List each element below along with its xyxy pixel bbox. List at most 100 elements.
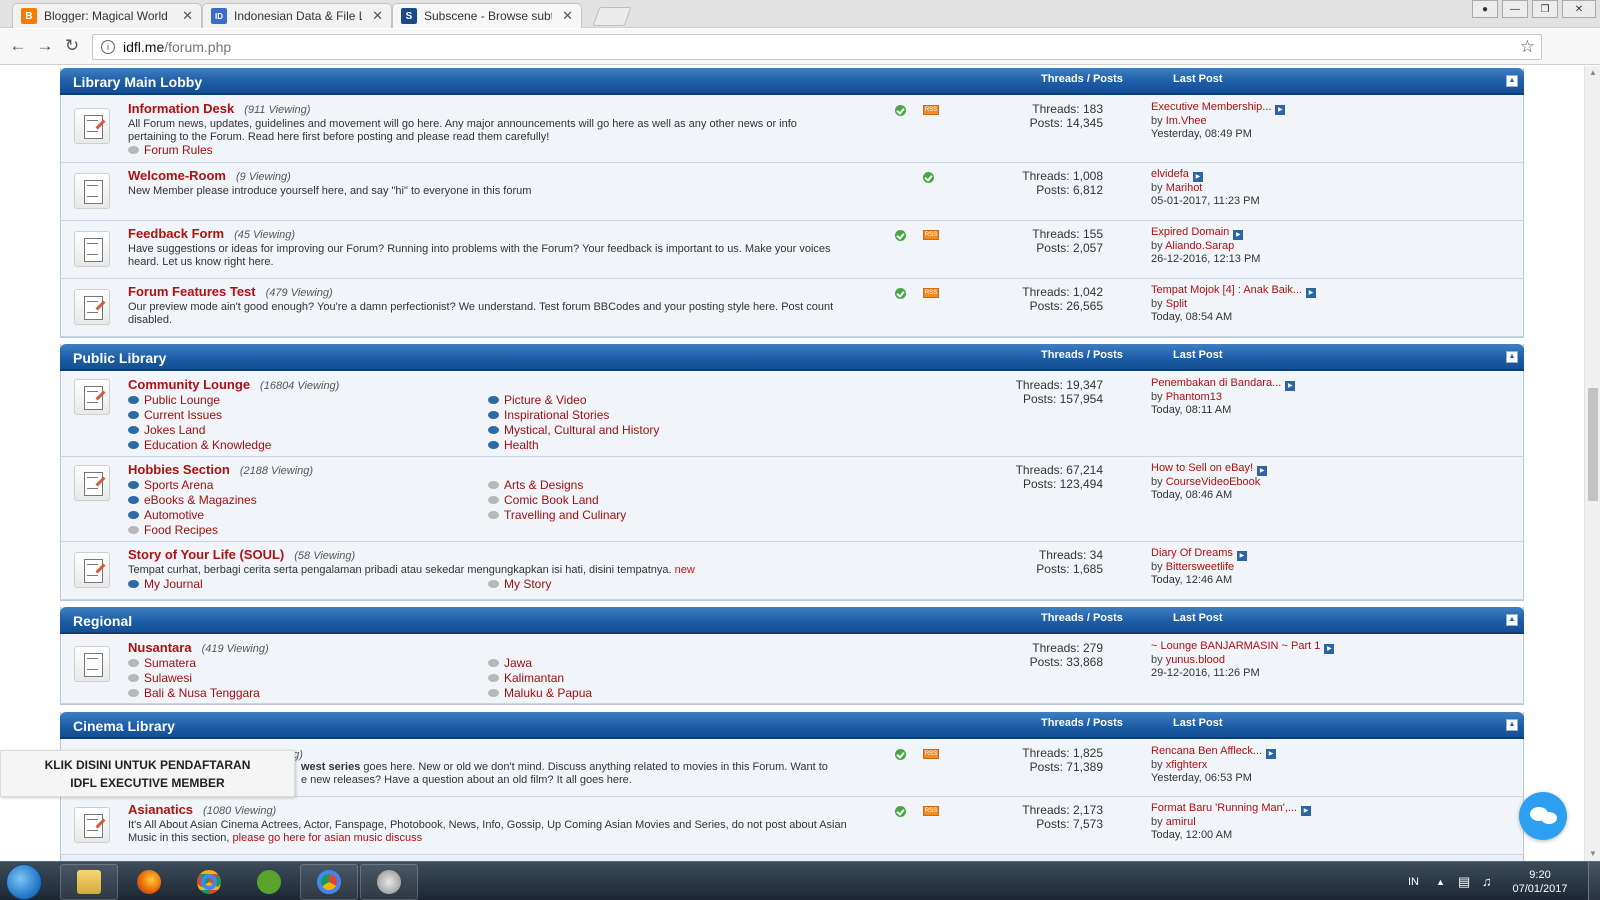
subforum-link[interactable]: Forum Rules bbox=[128, 143, 213, 157]
windows-start-icon[interactable] bbox=[6, 864, 42, 900]
forum-title-link[interactable]: Welcome-Room (9 Viewing) bbox=[128, 168, 291, 183]
reload-icon[interactable]: ↻ bbox=[62, 36, 82, 56]
last-post-title-link[interactable]: Executive Membership... bbox=[1151, 101, 1271, 113]
forum-title-link[interactable]: Community Lounge (16804 Viewing) bbox=[128, 377, 339, 392]
asian-music-link[interactable]: please go here for asian music discuss bbox=[233, 832, 423, 844]
close-tab-icon[interactable]: ✕ bbox=[182, 8, 193, 24]
forum-title-link[interactable]: Nusantara (419 Viewing) bbox=[128, 640, 269, 655]
go-to-post-icon[interactable]: ▶ bbox=[1324, 644, 1335, 654]
subforum-link[interactable]: Kalimantan bbox=[488, 671, 564, 685]
go-to-post-icon[interactable]: ▶ bbox=[1275, 105, 1286, 115]
last-post-title-link[interactable]: elvidefa bbox=[1151, 168, 1189, 180]
minimize-button[interactable]: — bbox=[1502, 0, 1528, 18]
subforum-link[interactable]: Arts & Designs bbox=[488, 478, 583, 492]
last-post-title-link[interactable]: Format Baru 'Running Man',... bbox=[1151, 802, 1297, 814]
subforum-link[interactable]: Bali & Nusa Tenggara bbox=[128, 686, 260, 700]
rss-icon[interactable]: RSS bbox=[923, 230, 939, 240]
last-post-title-link[interactable]: Penembakan di Bandara... bbox=[1151, 377, 1281, 389]
tab-subscene[interactable]: S Subscene - Browse subtit ✕ bbox=[392, 3, 582, 28]
go-to-post-icon[interactable]: ▶ bbox=[1192, 172, 1203, 182]
taskbar-clock[interactable]: 9:20 07/01/2017 bbox=[1510, 868, 1570, 896]
last-post-title-link[interactable]: Expired Domain bbox=[1151, 226, 1229, 238]
forum-title-link[interactable]: Information Desk (911 Viewing) bbox=[128, 101, 310, 116]
collapse-icon[interactable]: ▲ bbox=[1506, 614, 1518, 626]
go-to-post-icon[interactable]: ▶ bbox=[1236, 551, 1247, 561]
taskbar-explorer[interactable] bbox=[60, 864, 118, 900]
scrollbar-thumb[interactable] bbox=[1588, 388, 1598, 501]
last-post-user-link[interactable]: Bittersweetlife bbox=[1166, 561, 1234, 573]
go-to-post-icon[interactable]: ▶ bbox=[1257, 466, 1268, 476]
last-post-user-link[interactable]: Phantom13 bbox=[1166, 391, 1222, 403]
subforum-link[interactable]: Education & Knowledge bbox=[128, 438, 271, 452]
scroll-down-arrow-icon[interactable]: ▼ bbox=[1585, 847, 1600, 861]
rss-icon[interactable]: RSS bbox=[923, 749, 939, 759]
forum-title-link[interactable]: Feedback Form (45 Viewing) bbox=[128, 226, 295, 241]
go-to-post-icon[interactable]: ▶ bbox=[1285, 381, 1296, 391]
subforum-link[interactable]: Mystical, Cultural and History bbox=[488, 423, 659, 437]
forum-title-link[interactable]: Asianatics (1080 Viewing) bbox=[128, 802, 276, 817]
language-indicator[interactable]: IN bbox=[1408, 862, 1419, 900]
last-post-title-link[interactable]: Rencana Ben Affleck... bbox=[1151, 745, 1262, 757]
category-title[interactable]: Library Main Lobby bbox=[73, 74, 202, 90]
taskbar-paint[interactable] bbox=[360, 864, 418, 900]
forum-title-link[interactable]: Story of Your Life (SOUL) (58 Viewing) bbox=[128, 547, 355, 562]
taskbar-utorrent[interactable] bbox=[240, 864, 298, 900]
category-title[interactable]: Cinema Library bbox=[73, 718, 175, 734]
subforum-link[interactable]: Picture & Video bbox=[488, 393, 587, 407]
new-tab-button[interactable] bbox=[592, 7, 632, 26]
close-tab-icon[interactable]: ✕ bbox=[562, 8, 573, 24]
back-arrow-icon[interactable]: ← bbox=[8, 36, 28, 56]
subforum-link[interactable]: Comic Book Land bbox=[488, 493, 599, 507]
scroll-up-arrow-icon[interactable]: ▲ bbox=[1585, 66, 1600, 80]
subforum-link[interactable]: Jokes Land bbox=[128, 423, 205, 437]
last-post-user-link[interactable]: Aliando.Sarap bbox=[1165, 240, 1234, 252]
forward-arrow-icon[interactable]: → bbox=[35, 36, 55, 56]
forum-title-link[interactable]: Hobbies Section (2188 Viewing) bbox=[128, 462, 313, 477]
collapse-icon[interactable]: ▲ bbox=[1506, 719, 1518, 731]
subforum-link[interactable]: Current Issues bbox=[128, 408, 222, 422]
taskbar-chrome[interactable] bbox=[180, 864, 238, 900]
site-info-icon[interactable]: i bbox=[101, 40, 115, 54]
last-post-title-link[interactable]: Diary Of Dreams bbox=[1151, 547, 1233, 559]
last-post-title-link[interactable]: Tempat Mojok [4] : Anak Baik... bbox=[1151, 284, 1302, 296]
network-icon[interactable]: ▤ bbox=[1458, 862, 1470, 900]
close-window-button[interactable]: ✕ bbox=[1562, 0, 1596, 18]
go-to-post-icon[interactable]: ▶ bbox=[1306, 288, 1317, 298]
category-title[interactable]: Public Library bbox=[73, 350, 166, 366]
rss-icon[interactable]: RSS bbox=[923, 288, 939, 298]
subforum-link[interactable]: Inspirational Stories bbox=[488, 408, 609, 422]
last-post-title-link[interactable]: How to Sell on eBay! bbox=[1151, 462, 1253, 474]
subforum-link[interactable]: My Journal bbox=[128, 577, 203, 591]
tab-blogger[interactable]: B Blogger: Magical World ✕ bbox=[12, 3, 202, 28]
subforum-link[interactable]: Maluku & Papua bbox=[488, 686, 592, 700]
last-post-user-link[interactable]: Marihot bbox=[1166, 182, 1203, 194]
taskbar-chrome-active[interactable] bbox=[300, 864, 358, 900]
last-post-user-link[interactable]: amirul bbox=[1166, 816, 1196, 828]
user-icon[interactable]: ● bbox=[1472, 0, 1498, 18]
go-to-post-icon[interactable]: ▶ bbox=[1266, 749, 1277, 759]
show-desktop-button[interactable] bbox=[1588, 862, 1600, 900]
executive-member-banner[interactable]: KLIK DISINI UNTUK PENDAFTARAN IDFL EXECU… bbox=[0, 750, 295, 797]
last-post-user-link[interactable]: Im.Vhee bbox=[1166, 115, 1207, 127]
subforum-link[interactable]: Travelling and Culinary bbox=[488, 508, 626, 522]
rss-icon[interactable]: RSS bbox=[923, 806, 939, 816]
subforum-link[interactable]: Public Lounge bbox=[128, 393, 220, 407]
restore-button[interactable]: ❐ bbox=[1532, 0, 1558, 18]
subforum-link[interactable]: My Story bbox=[488, 577, 551, 591]
rss-icon[interactable]: RSS bbox=[923, 105, 939, 115]
volume-icon[interactable]: ♫ bbox=[1482, 862, 1492, 900]
go-to-post-icon[interactable]: ▶ bbox=[1233, 230, 1244, 240]
last-post-user-link[interactable]: yunus.blood bbox=[1166, 654, 1225, 666]
collapse-icon[interactable]: ▲ bbox=[1506, 75, 1518, 87]
subforum-link[interactable]: Sulawesi bbox=[128, 671, 192, 685]
taskbar-firefox[interactable] bbox=[120, 864, 178, 900]
tab-idfl[interactable]: ID Indonesian Data & File Li ✕ bbox=[202, 3, 392, 28]
chat-bubble-icon[interactable] bbox=[1519, 792, 1567, 840]
subforum-link[interactable]: Sumatera bbox=[128, 656, 196, 670]
subforum-link[interactable]: Automotive bbox=[128, 508, 204, 522]
last-post-user-link[interactable]: Split bbox=[1166, 298, 1187, 310]
subforum-link[interactable]: Food Recipes bbox=[128, 523, 218, 537]
collapse-icon[interactable]: ▲ bbox=[1506, 351, 1518, 363]
page-scrollbar[interactable]: ▲ ▼ bbox=[1584, 66, 1600, 861]
close-tab-icon[interactable]: ✕ bbox=[372, 8, 383, 24]
